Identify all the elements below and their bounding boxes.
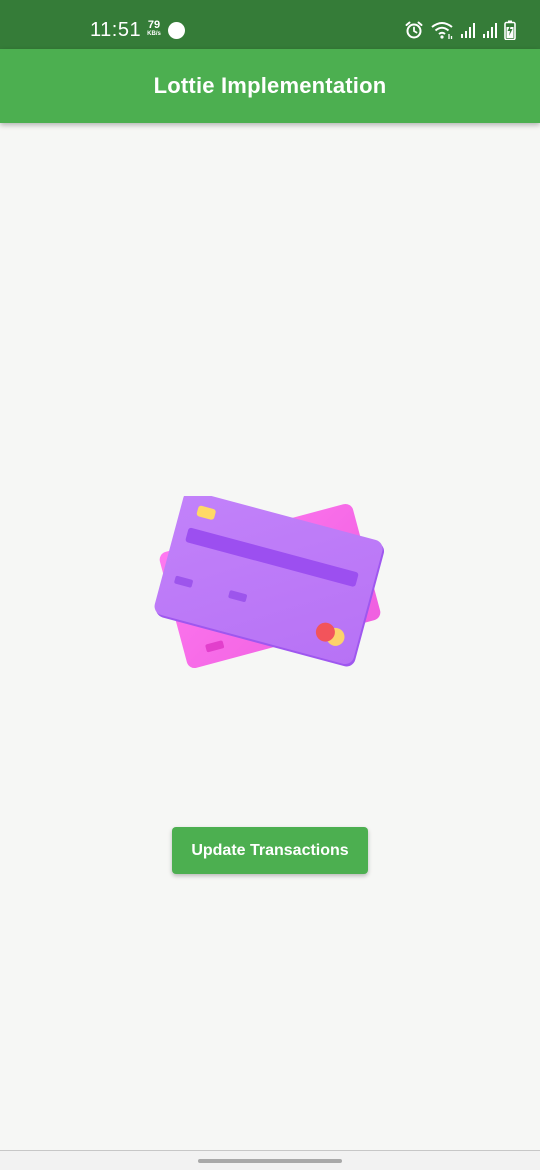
signal-icon xyxy=(461,23,475,38)
battery-charging-icon xyxy=(504,20,516,40)
network-speed: 79 KB/s xyxy=(144,19,164,38)
status-time: 11:51 xyxy=(90,19,142,41)
status-icons xyxy=(404,19,516,41)
wifi-icon xyxy=(431,22,453,39)
page-title: Lottie Implementation xyxy=(153,73,387,98)
credit-cards-animation xyxy=(150,496,390,686)
network-speed-value: 79 xyxy=(147,19,161,31)
signal-icon xyxy=(483,23,497,38)
navigation-bar xyxy=(0,1150,540,1170)
update-transactions-button[interactable]: Update Transactions xyxy=(172,827,368,874)
home-indicator[interactable] xyxy=(198,1159,342,1163)
status-bar: 11:51 79 KB/s xyxy=(0,0,540,49)
app-bar: Lottie Implementation xyxy=(0,49,540,123)
network-speed-unit: KB/s xyxy=(147,31,161,37)
alarm-icon xyxy=(405,21,423,39)
notification-dot-icon xyxy=(168,22,185,39)
